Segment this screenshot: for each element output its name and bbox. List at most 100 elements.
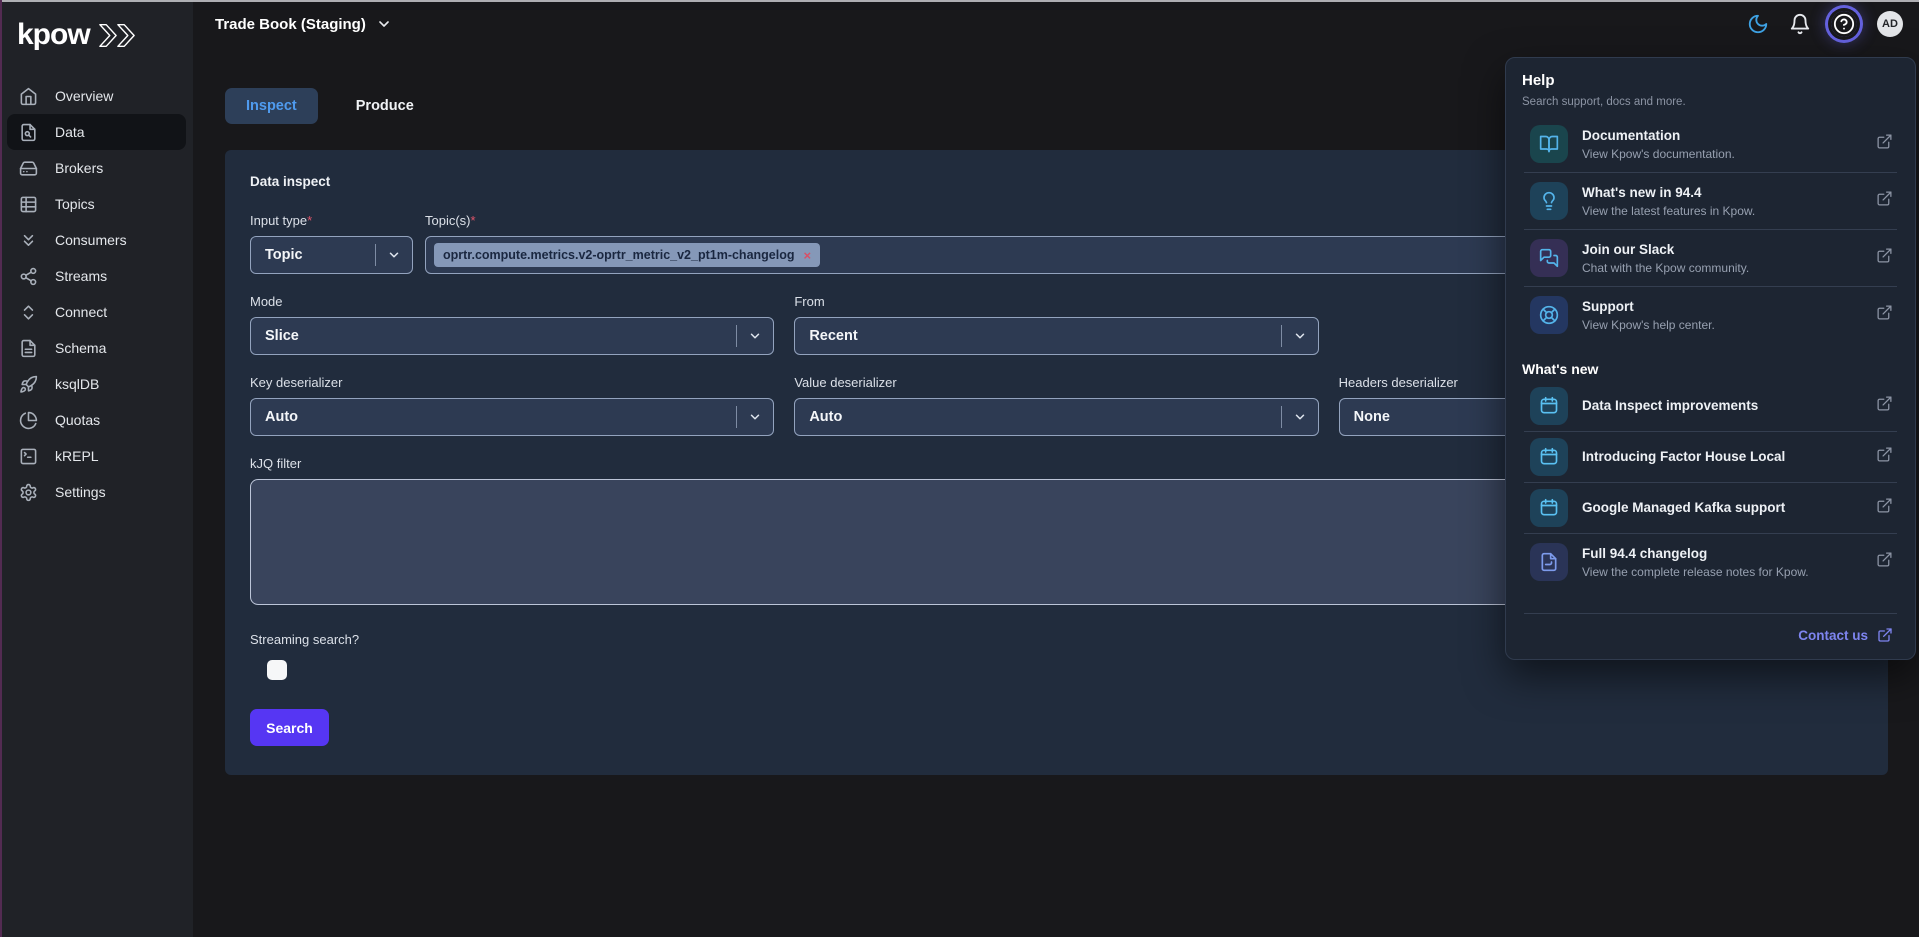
whats-new-item-google-kafka[interactable]: Google Managed Kafka support [1522,483,1899,533]
sidebar-item-label: Connect [55,304,107,320]
sidebar-nav: Overview Data Brokers Topics Consumers S… [0,78,193,510]
sidebar-item-overview[interactable]: Overview [7,78,186,114]
rocket-icon [19,375,38,394]
file-search-icon [19,123,38,142]
streaming-search-checkbox[interactable] [267,660,287,680]
share-network-icon [19,267,38,286]
external-link-icon [1876,395,1893,417]
help-link-whats-new[interactable]: What's new in 94.4 View the latest featur… [1522,173,1899,229]
chevrons-up-down-icon [19,303,38,322]
required-marker: * [471,213,476,228]
from-select[interactable]: Recent [794,317,1318,355]
chevrons-down-icon [19,231,38,250]
help-link-subtitle: View Kpow's documentation. [1582,147,1735,161]
whats-new-heading: What's new [1522,361,1899,377]
sidebar-item-connect[interactable]: Connect [7,294,186,330]
whats-new-item-factor-house-local[interactable]: Introducing Factor House Local [1522,432,1899,482]
chevron-down-icon [376,16,392,32]
file-icon [1530,543,1568,581]
sidebar-item-label: Quotas [55,412,100,428]
sidebar-item-topics[interactable]: Topics [7,186,186,222]
mode-value: Slice [265,328,299,344]
help-button[interactable] [1831,11,1857,37]
headers-deserializer-value: None [1354,409,1390,425]
help-link-slack[interactable]: Join our SlackChat with the Kpow communi… [1522,230,1899,286]
sidebar-item-brokers[interactable]: Brokers [7,150,186,186]
help-link-documentation[interactable]: Documentation View Kpow's documentation. [1522,116,1899,172]
help-link-support[interactable]: Support View Kpow's help center. [1522,287,1899,343]
avatar[interactable]: AD [1877,11,1903,37]
chevron-down-icon [1282,329,1318,343]
environment-switcher[interactable]: Trade Book (Staging) [215,16,392,33]
contact-us-label: Contact us [1798,628,1868,643]
mode-label: Mode [250,294,774,309]
whats-new-item-data-inspect[interactable]: Data Inspect improvements [1522,381,1899,431]
whats-new-title: Full 94.4 changelog [1582,546,1809,561]
gear-icon [19,483,38,502]
tab-produce[interactable]: Produce [356,98,414,114]
sidebar-item-streams[interactable]: Streams [7,258,186,294]
environment-name: Trade Book (Staging) [215,16,366,33]
app-window: kpow Overview Data Brokers Topics [0,0,1919,937]
kpow-chevrons-icon [97,22,137,49]
help-link-title: Documentation [1582,128,1735,143]
help-link-title: What's new in 94.4 [1582,185,1755,200]
input-type-select[interactable]: Topic [250,236,413,274]
topbar: Trade Book (Staging) AD [193,0,1919,48]
help-link-subtitle: View the latest features in Kpow. [1582,204,1755,218]
sidebar-item-ksqldb[interactable]: ksqlDB [7,366,186,402]
whats-new-title: Introducing Factor House Local [1582,449,1785,464]
sidebar-item-schema[interactable]: Schema [7,330,186,366]
sidebar-item-settings[interactable]: Settings [7,474,186,510]
sidebar-item-quotas[interactable]: Quotas [7,402,186,438]
search-button[interactable]: Search [250,709,329,746]
input-type-value: Topic [265,247,303,263]
required-marker: * [307,213,312,228]
external-link-icon [1876,551,1893,573]
whats-new-item-changelog[interactable]: Full 94.4 changelog View the complete rel… [1522,534,1899,590]
help-panel-footer: Contact us [1522,613,1899,647]
sidebar-item-label: kREPL [55,448,99,464]
table-icon [19,195,38,214]
home-icon [19,87,38,106]
key-deserializer-select[interactable]: Auto [250,398,774,436]
chevron-down-icon [737,410,773,424]
sidebar-item-label: Settings [55,484,106,500]
file-text-icon [19,339,38,358]
help-panel-title: Help [1522,72,1899,89]
divider [1524,613,1897,614]
whats-new-title: Data Inspect improvements [1582,398,1758,413]
sidebar-item-consumers[interactable]: Consumers [7,222,186,258]
topic-tag: oprtr.compute.metrics.v2-oprtr_metric_v2… [434,243,820,267]
tab-inspect[interactable]: Inspect [225,88,318,124]
external-link-icon [1876,133,1893,155]
value-deserializer-select[interactable]: Auto [794,398,1318,436]
calendar-icon [1530,387,1568,425]
dark-mode-moon-icon[interactable] [1747,13,1769,35]
notifications-bell-icon[interactable] [1789,13,1811,35]
key-deserializer-label: Key deserializer [250,375,774,390]
help-link-title: Support [1582,299,1715,314]
whats-new-subtitle: View the complete release notes for Kpow… [1582,565,1809,579]
sidebar-item-data[interactable]: Data [7,114,186,150]
external-link-icon [1876,190,1893,212]
pie-chart-icon [19,411,38,430]
sidebar-item-label: Consumers [55,232,127,248]
value-deserializer-label: Value deserializer [794,375,1318,390]
help-link-subtitle: View Kpow's help center. [1582,318,1715,332]
help-link-title: Join our Slack [1582,242,1749,257]
external-link-icon [1877,627,1893,643]
sidebar-item-label: Overview [55,88,113,104]
contact-us-link[interactable]: Contact us [1522,627,1899,647]
kpow-logo[interactable]: kpow [0,0,193,52]
topbar-actions: AD [1747,11,1903,37]
chevron-down-icon [1282,410,1318,424]
external-link-icon [1876,497,1893,519]
sidebar-item-krepl[interactable]: kREPL [7,438,186,474]
mode-select[interactable]: Slice [250,317,774,355]
sidebar-item-label: Data [55,124,85,140]
chevron-down-icon [737,329,773,343]
remove-tag-icon[interactable]: × [804,249,812,262]
lifebuoy-icon [1530,296,1568,334]
value-deserializer-value: Auto [809,409,842,425]
